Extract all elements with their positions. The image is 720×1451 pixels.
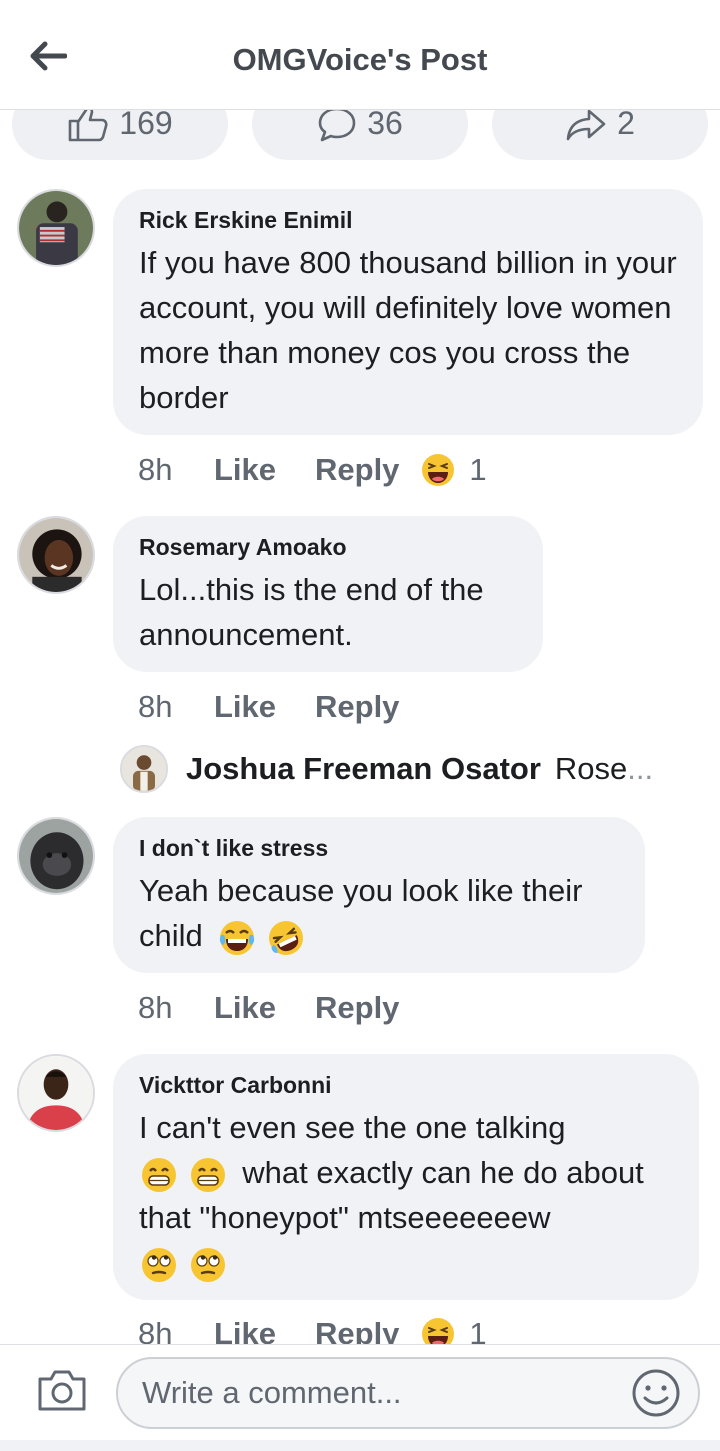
bottom-strip xyxy=(0,1440,720,1451)
reply-preview[interactable]: Joshua Freeman Osator Rose... xyxy=(120,743,653,795)
top-bar: OMGVoice's Post xyxy=(0,0,720,110)
avatar-image xyxy=(19,1056,93,1130)
laughing-emoji-icon xyxy=(422,454,455,486)
grinning-emoji-icon xyxy=(142,1157,176,1192)
comment-bubble-icon xyxy=(318,107,356,142)
reaction-count: 1 xyxy=(469,1316,487,1344)
like-count: 169 xyxy=(119,105,173,141)
comment-count: 36 xyxy=(367,105,403,141)
comment-author[interactable]: Rick Erskine Enimil xyxy=(139,207,677,234)
reaction-summary[interactable]: 1 xyxy=(421,452,487,488)
comment-bubble[interactable]: Rick Erskine Enimil If you have 800 thou… xyxy=(113,189,703,435)
comment-text-content: what exactly can he do about xyxy=(242,1155,644,1190)
reply-button[interactable]: Reply xyxy=(315,990,399,1026)
avatar[interactable] xyxy=(17,516,95,594)
reply-button[interactable]: Reply xyxy=(315,1316,399,1344)
comment-author[interactable]: Vickttor Carbonni xyxy=(139,1072,673,1099)
rolling-laughing-emoji-icon xyxy=(269,920,304,955)
comment-bubble[interactable]: I don`t like stress Yeah because you loo… xyxy=(113,817,645,973)
like-button[interactable]: Like xyxy=(214,1316,315,1344)
thumbs-up-icon xyxy=(68,106,108,142)
comment-text-line: that "honeypot" mtseeeeeeew xyxy=(139,1200,551,1235)
comment-composer xyxy=(0,1344,720,1440)
eye-roll-emoji-icon xyxy=(142,1247,176,1282)
grinning-emoji-icon xyxy=(190,1157,225,1192)
laughing-emoji-icon xyxy=(422,1318,455,1344)
comment-time: 8h xyxy=(138,1316,173,1344)
reply-preview-text: Rose xyxy=(554,751,628,786)
camera-button[interactable] xyxy=(36,1367,88,1413)
comment-time: 8h xyxy=(138,689,173,724)
avatar-image xyxy=(19,191,93,265)
comment-text-line xyxy=(139,1240,673,1285)
share-count: 2 xyxy=(617,105,635,141)
comments-list: Rick Erskine Enimil If you have 800 thou… xyxy=(0,110,720,1344)
comment-input[interactable] xyxy=(116,1357,700,1429)
comment-actions: 8h Like Reply 1 xyxy=(138,1314,487,1344)
reply-ellipsis: ... xyxy=(627,751,654,786)
share-arrow-icon xyxy=(566,109,606,141)
reply-author: Joshua Freeman Osator xyxy=(186,751,541,786)
like-button[interactable]: Like xyxy=(214,990,315,1026)
comment-text-line: what exactly can he do about xyxy=(139,1150,673,1195)
comment-bubble[interactable]: Vickttor Carbonni I can't even see the o… xyxy=(113,1054,699,1300)
comment-text: Yeah because you look like their child xyxy=(139,868,619,958)
like-button[interactable]: Like xyxy=(214,452,315,488)
comment-text: I can't even see the one talking what ex… xyxy=(139,1105,673,1285)
comment-bubble[interactable]: Rosemary Amoako Lol...this is the end of… xyxy=(113,516,543,672)
comment-actions: 8h Like Reply 1 xyxy=(138,450,487,490)
avatar-image xyxy=(19,518,93,592)
eye-roll-emoji-icon xyxy=(190,1247,225,1282)
like-button[interactable]: Like xyxy=(214,689,315,725)
comment-time: 8h xyxy=(138,990,173,1025)
emoji-picker-button[interactable] xyxy=(630,1367,682,1419)
comment-time: 8h xyxy=(138,452,173,487)
comment-text: Lol...this is the end of the announcemen… xyxy=(139,572,484,652)
comment-actions: 8h Like Reply xyxy=(138,988,421,1028)
camera-icon xyxy=(38,1370,86,1411)
comment-text: If you have 800 thousand billion in your… xyxy=(139,245,677,415)
comment-text-line: I can't even see the one talking xyxy=(139,1110,566,1145)
reaction-summary[interactable]: 1 xyxy=(421,1316,487,1344)
comment-author[interactable]: Rosemary Amoako xyxy=(139,534,517,561)
reply-button[interactable]: Reply xyxy=(315,689,399,725)
comment-text-content: Yeah because you look like their child xyxy=(139,873,583,953)
reaction-count: 1 xyxy=(469,452,487,487)
avatar-image xyxy=(19,819,93,893)
page-title: OMGVoice's Post xyxy=(232,42,488,77)
comment-author[interactable]: I don`t like stress xyxy=(139,835,619,862)
reply-button[interactable]: Reply xyxy=(315,452,399,488)
avatar xyxy=(120,745,168,793)
avatar-image xyxy=(122,747,166,791)
avatar[interactable] xyxy=(17,189,95,267)
smiley-icon xyxy=(632,1369,680,1417)
tears-of-joy-emoji-icon xyxy=(220,920,255,955)
avatar[interactable] xyxy=(17,1054,95,1132)
avatar[interactable] xyxy=(17,817,95,895)
comment-actions: 8h Like Reply xyxy=(138,687,421,727)
